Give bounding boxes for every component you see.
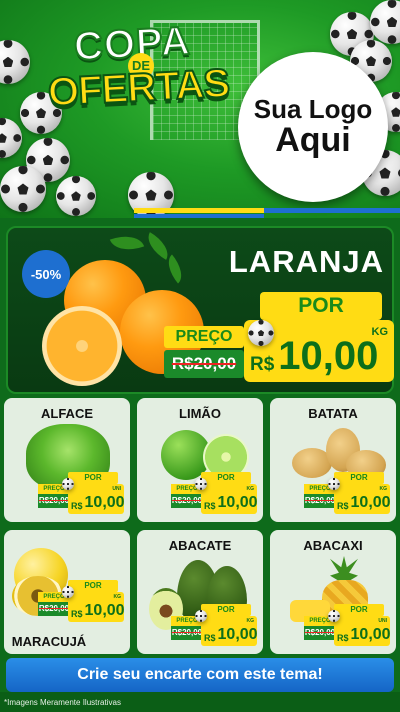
old-price-value: 20,00 bbox=[315, 496, 336, 505]
soccer-ball-icon bbox=[328, 478, 340, 490]
price-currency: R$ bbox=[71, 501, 83, 511]
old-price-currency: R$ bbox=[38, 496, 50, 505]
old-price: R$20,00 bbox=[38, 494, 70, 508]
old-price: R$20,00 bbox=[171, 626, 203, 640]
discount-badge: -50% bbox=[22, 250, 70, 298]
por-label: POR bbox=[68, 472, 118, 484]
price-value: 10,00 bbox=[278, 334, 379, 378]
price-unit: UNI bbox=[378, 618, 387, 624]
orange-half-icon bbox=[42, 306, 122, 386]
soccer-ball-icon bbox=[62, 478, 74, 490]
header-banner: COPA DE OFERTAS Sua Logo Aqui bbox=[0, 0, 400, 218]
por-label: POR bbox=[201, 604, 251, 616]
soccer-ball-icon bbox=[195, 610, 207, 622]
new-price: R$ 10,00 KG bbox=[68, 592, 125, 622]
old-price-value: 20,00 bbox=[193, 354, 237, 373]
soccer-ball-icon bbox=[248, 320, 274, 346]
por-label: POR bbox=[68, 580, 118, 592]
price-tag: POR PREÇO R$20,00 R$ 10,00 KG bbox=[171, 604, 258, 648]
por-label: POR bbox=[334, 604, 384, 616]
price-value: 10,00 bbox=[84, 494, 125, 511]
old-price-currency: R$ bbox=[304, 496, 316, 505]
old-price: R$20,00 bbox=[164, 350, 244, 378]
old-price-value: 20,00 bbox=[49, 604, 70, 613]
new-price: R$ 10,00 UNI bbox=[68, 484, 125, 514]
soccer-ball-icon bbox=[62, 586, 74, 598]
price-unit: UNI bbox=[112, 486, 121, 492]
new-price: R$ 10,00 UNI bbox=[334, 616, 391, 646]
price-currency: R$ bbox=[337, 633, 349, 643]
new-price: R$ 10,00 KG bbox=[201, 616, 258, 646]
old-price-value: 20,00 bbox=[315, 628, 336, 637]
price-currency: R$ bbox=[71, 609, 83, 619]
old-price-currency: R$ bbox=[304, 628, 316, 637]
old-price-value: 20,00 bbox=[49, 496, 70, 505]
price-unit: KG bbox=[379, 486, 388, 492]
logo-placeholder[interactable]: Sua Logo Aqui bbox=[238, 52, 388, 202]
soccer-ball-icon bbox=[0, 40, 30, 84]
featured-product-name: LARANJA bbox=[228, 244, 384, 279]
new-price: R$ 10,00 KG bbox=[334, 484, 391, 514]
price-value: 10,00 bbox=[84, 602, 125, 619]
old-price-value: 20,00 bbox=[182, 496, 203, 505]
title-ofertas: OFERTAS bbox=[46, 60, 231, 115]
por-label: POR bbox=[260, 292, 382, 320]
offers-board: -50% LARANJA PREÇO R$20,00 POR R$ 10,00 … bbox=[0, 218, 400, 712]
product-card-abacate[interactable]: ABACATE POR PREÇO R$20,00 R$ 10,00 KG bbox=[137, 530, 263, 654]
price-tag: POR PREÇO R$20,00 R$ 10,00 KG bbox=[304, 472, 391, 516]
product-name: ABACATE bbox=[168, 538, 232, 553]
price-currency: R$ bbox=[250, 354, 275, 375]
product-card-abacaxi[interactable]: ABACAXI POR PREÇO R$20,00 R$ 10,00 UNI bbox=[270, 530, 396, 654]
soccer-ball-icon bbox=[328, 610, 340, 622]
old-price-currency: R$ bbox=[171, 496, 183, 505]
old-price: R$20,00 bbox=[38, 602, 70, 616]
product-name: LIMÃO bbox=[179, 406, 221, 421]
price-value: 10,00 bbox=[217, 494, 258, 511]
price-tag: POR PREÇO R$20,00 R$ 10,00 UNI bbox=[38, 472, 125, 516]
por-label: POR bbox=[334, 472, 384, 484]
old-price: R$20,00 bbox=[304, 494, 336, 508]
product-card-batata[interactable]: BATATA POR PREÇO R$20,00 R$ 10,00 KG bbox=[270, 398, 396, 522]
soccer-ball-icon bbox=[370, 0, 400, 44]
price-value: 10,00 bbox=[350, 626, 391, 643]
leaf-icon bbox=[109, 229, 145, 257]
old-price-currency: R$ bbox=[38, 604, 50, 613]
price-unit: KG bbox=[246, 486, 255, 492]
featured-product-card[interactable]: -50% LARANJA PREÇO R$20,00 POR R$ 10,00 … bbox=[6, 226, 394, 394]
create-flyer-button[interactable]: Crie seu encarte com este tema! bbox=[6, 658, 394, 692]
price-tag: POR PREÇO R$20,00 R$ 10,00 KG bbox=[38, 580, 125, 624]
old-price-currency: R$ bbox=[171, 354, 194, 373]
price-unit: KG bbox=[371, 326, 389, 338]
price-currency: R$ bbox=[337, 501, 349, 511]
old-price: R$20,00 bbox=[304, 626, 336, 640]
product-name: ABACAXI bbox=[303, 538, 363, 553]
logo-text-line2: Aqui bbox=[275, 120, 351, 159]
new-price: R$ 10,00 KG bbox=[201, 484, 258, 514]
old-price: R$20,00 bbox=[171, 494, 203, 508]
product-card-limao[interactable]: LIMÃO POR PREÇO R$20,00 R$ 10,00 KG bbox=[137, 398, 263, 522]
soccer-ball-icon bbox=[0, 118, 22, 158]
logo-text-line1: Sua Logo bbox=[253, 93, 373, 124]
price-value: 10,00 bbox=[350, 494, 391, 511]
product-card-alface[interactable]: ALFACE POR PREÇO R$20,00 R$ 10,00 UNI bbox=[4, 398, 130, 522]
old-price-value: 20,00 bbox=[182, 628, 203, 637]
price-tag: POR PREÇO R$20,00 R$ 10,00 KG bbox=[171, 472, 258, 516]
disclaimer-text: *Imagens Meramente Ilustrativas bbox=[4, 698, 121, 707]
product-card-maracuja[interactable]: POR PREÇO R$20,00 R$ 10,00 KG MARACUJÁ bbox=[4, 530, 130, 654]
price-currency: R$ bbox=[204, 633, 216, 643]
price-tag: POR PREÇO R$20,00 R$ 10,00 UNI bbox=[304, 604, 391, 648]
price-value: 10,00 bbox=[217, 626, 258, 643]
old-price-label: PREÇO bbox=[164, 326, 244, 348]
product-name: BATATA bbox=[308, 406, 358, 421]
product-name: MARACUJÁ bbox=[11, 634, 87, 649]
price-currency: R$ bbox=[204, 501, 216, 511]
soccer-ball-icon bbox=[195, 478, 207, 490]
color-stripes bbox=[0, 206, 400, 218]
price-unit: KG bbox=[113, 594, 122, 600]
product-name: ALFACE bbox=[41, 406, 93, 421]
old-price-currency: R$ bbox=[171, 628, 183, 637]
price-unit: KG bbox=[246, 618, 255, 624]
por-label: POR bbox=[201, 472, 251, 484]
